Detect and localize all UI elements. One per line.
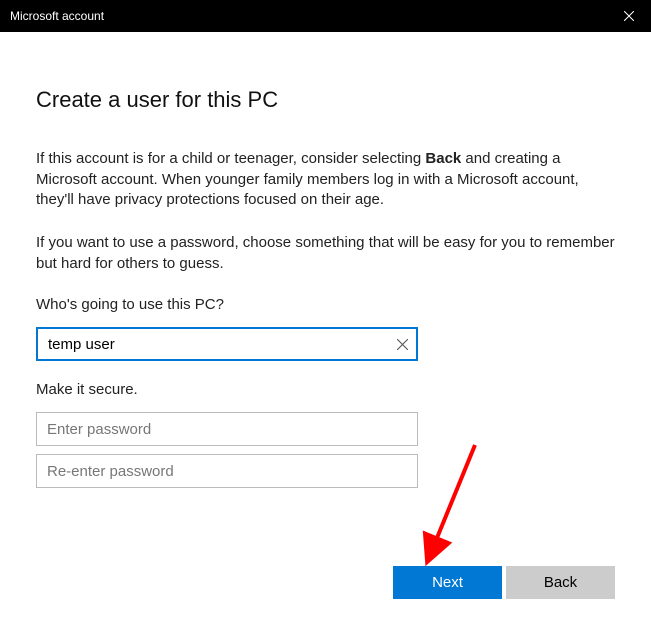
clear-icon	[397, 339, 408, 350]
password-input-wrap	[36, 412, 418, 446]
username-label: Who's going to use this PC?	[36, 296, 615, 313]
password-paragraph: If you want to use a password, choose so…	[36, 233, 615, 274]
password-input[interactable]	[36, 412, 418, 446]
intro-paragraph: If this account is for a child or teenag…	[36, 149, 615, 211]
back-button[interactable]: Back	[506, 566, 615, 599]
page-title: Create a user for this PC	[36, 87, 615, 113]
password-confirm-wrap	[36, 454, 418, 488]
titlebar: Microsoft account	[0, 0, 651, 32]
close-icon	[624, 11, 634, 21]
password-confirm-input[interactable]	[36, 454, 418, 488]
dialog-content: Create a user for this PC If this accoun…	[0, 32, 651, 488]
clear-input-button[interactable]	[392, 334, 412, 354]
dialog-footer: Next Back	[393, 566, 615, 599]
username-input-wrap	[36, 327, 418, 361]
secure-label: Make it secure.	[36, 381, 615, 398]
next-button[interactable]: Next	[393, 566, 502, 599]
close-button[interactable]	[606, 0, 651, 32]
intro-text-pre: If this account is for a child or teenag…	[36, 150, 425, 167]
username-input[interactable]	[36, 327, 418, 361]
window-title: Microsoft account	[10, 9, 104, 23]
intro-text-bold: Back	[425, 150, 461, 167]
